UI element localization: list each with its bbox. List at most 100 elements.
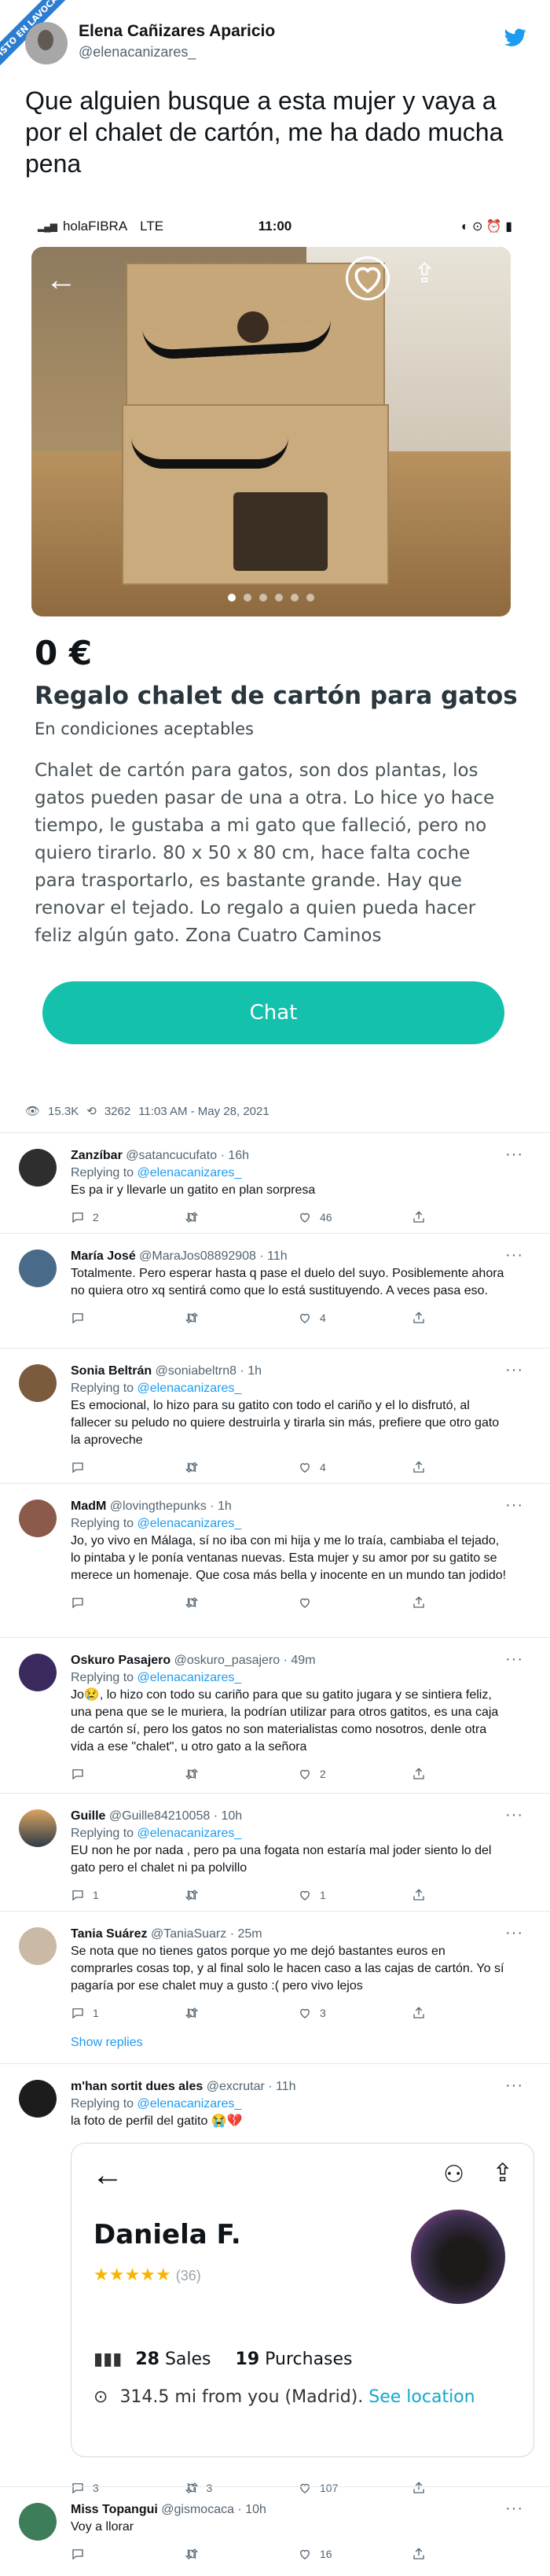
reply-author[interactable]: Tania Suárez [71, 1927, 148, 1941]
reply-avatar[interactable] [19, 1654, 57, 1691]
reply-time[interactable]: 49m [291, 1654, 315, 1667]
more-icon[interactable]: ··· [505, 1246, 523, 1264]
avatar[interactable] [25, 22, 68, 64]
reply-item[interactable]: Guille @Guille84210058 · 10h ··· Replyin… [0, 1793, 550, 1911]
mention-link[interactable]: @elenacanizares_ [138, 1382, 242, 1395]
carousel-dot[interactable] [306, 594, 314, 602]
reply-time[interactable]: 10h [245, 2503, 266, 2516]
share-icon[interactable]: ⇪ [413, 258, 436, 289]
retweet-action[interactable] [185, 1888, 299, 1902]
carousel-dot[interactable] [228, 594, 236, 602]
reply-author[interactable]: Guille [71, 1809, 105, 1823]
retweet-action[interactable] [185, 2006, 299, 2020]
reply-author[interactable]: Sonia Beltrán [71, 1364, 152, 1378]
retweet-action[interactable] [185, 1460, 299, 1474]
like-action[interactable]: 16 [298, 2547, 412, 2561]
more-icon[interactable]: ··· [505, 1146, 523, 1164]
reply-handle[interactable]: @soniabeltrn8 [156, 1364, 236, 1378]
reply-avatar[interactable] [19, 1364, 57, 1402]
more-icon[interactable]: ··· [505, 1924, 523, 1942]
profile-card-image[interactable]: ← ⚇ ⇪ Daniela F. ★★★★★ (36) ▮▮▮ 28 Sales… [71, 2143, 534, 2457]
listing-photo[interactable]: ← ⇪ [31, 247, 511, 616]
carousel-dot[interactable] [244, 594, 251, 602]
share-action[interactable] [412, 1460, 526, 1474]
reply-handle[interactable]: @lovingthepunks [110, 1500, 207, 1513]
reply-author[interactable]: MadM [71, 1500, 106, 1513]
reply-avatar[interactable] [19, 1500, 57, 1537]
more-icon[interactable]: ··· [505, 1650, 523, 1669]
like-action[interactable]: 3 [298, 2006, 412, 2020]
carousel-dot[interactable] [259, 594, 267, 602]
reply-time[interactable]: 16h [228, 1149, 249, 1162]
reply-avatar[interactable] [19, 1809, 57, 1847]
more-icon[interactable]: ··· [505, 1361, 523, 1379]
like-action[interactable] [298, 1595, 412, 1610]
reply-item[interactable]: MadM @lovingthepunks · 1h ··· Replying t… [0, 1483, 550, 1637]
reply-action[interactable] [71, 2547, 185, 2561]
reply-handle[interactable]: @oskuro_pasajero [174, 1654, 280, 1667]
chat-button[interactable]: Chat [42, 981, 504, 1044]
reply-time[interactable]: 25m [237, 1927, 262, 1941]
like-action[interactable]: 46 [298, 1210, 412, 1224]
retweet-action[interactable] [185, 1595, 299, 1610]
reply-item[interactable]: m'han sortit dues ales @excrutar · 11h ·… [0, 2063, 550, 2494]
share-action[interactable] [412, 1888, 526, 1902]
like-action[interactable]: 1 [298, 1888, 412, 1902]
more-icon[interactable]: ··· [505, 1806, 523, 1824]
reply-avatar[interactable] [19, 2503, 57, 2541]
reply-time[interactable]: 11h [267, 1249, 288, 1263]
reply-item[interactable]: Tania Suárez @TaniaSuarz · 25m ··· Se no… [0, 1911, 550, 2063]
share-action[interactable] [412, 1311, 526, 1325]
reply-item[interactable]: Sonia Beltrán @soniabeltrn8 · 1h ··· Rep… [0, 1348, 550, 1483]
mention-link[interactable]: @elenacanizares_ [138, 1166, 242, 1179]
more-icon[interactable]: ··· [505, 2077, 523, 2095]
reply-author[interactable]: María José [71, 1249, 136, 1263]
like-action[interactable]: 4 [298, 1311, 412, 1325]
reply-action[interactable] [71, 1767, 185, 1781]
more-icon[interactable]: ··· [505, 1496, 523, 1514]
share-action[interactable] [412, 2547, 526, 2561]
mention-link[interactable]: @elenacanizares_ [138, 1517, 242, 1530]
retweet-action[interactable] [185, 1767, 299, 1781]
reply-avatar[interactable] [19, 1149, 57, 1187]
mention-link[interactable]: @elenacanizares_ [138, 1671, 242, 1684]
reply-author[interactable]: Oskuro Pasajero [71, 1654, 170, 1667]
reply-action[interactable]: 2 [71, 1210, 185, 1224]
retweet-action[interactable] [185, 1311, 299, 1325]
like-action[interactable]: 2 [298, 1767, 412, 1781]
like-action[interactable]: 4 [298, 1460, 412, 1474]
show-replies-link[interactable]: Show replies [71, 2031, 525, 2064]
reply-item[interactable]: Miss Topangui @gismocaca · 10h ··· Voy a… [0, 2486, 550, 2573]
reply-time[interactable]: 11h [276, 2080, 296, 2093]
more-icon[interactable]: ··· [505, 2500, 523, 2518]
reply-avatar[interactable] [19, 2080, 57, 2118]
reply-handle[interactable]: @TaniaSuarz [151, 1927, 226, 1941]
reply-handle[interactable]: @gismocaca [161, 2503, 234, 2516]
share-action[interactable] [412, 1767, 526, 1781]
reply-time[interactable]: 10h [221, 1809, 242, 1823]
reply-item[interactable]: María José @MaraJos08892908 · 11h ··· To… [0, 1233, 550, 1348]
reply-time[interactable]: 1h [248, 1364, 262, 1378]
reply-handle[interactable]: @excrutar [207, 2080, 265, 2093]
reply-handle[interactable]: @satancucufato [126, 1149, 217, 1162]
share-action[interactable] [412, 1210, 526, 1224]
mention-link[interactable]: @elenacanizares_ [138, 1827, 242, 1840]
reply-action[interactable]: 1 [71, 1888, 185, 1902]
share-action[interactable] [412, 2006, 526, 2020]
reply-action[interactable] [71, 1311, 185, 1325]
retweet-action[interactable] [185, 1210, 299, 1224]
carousel-dot[interactable] [275, 594, 283, 602]
reply-action[interactable] [71, 1595, 185, 1610]
author-name[interactable]: Elena Cañizares Aparicio [79, 22, 275, 41]
reply-author[interactable]: Zanzíbar [71, 1149, 123, 1162]
share-action[interactable] [412, 1595, 526, 1610]
reply-time[interactable]: 1h [218, 1500, 232, 1513]
reply-handle[interactable]: @Guille84210058 [109, 1809, 210, 1823]
reply-item[interactable]: Oskuro Pasajero @oskuro_pasajero · 49m ·… [0, 1637, 550, 1793]
reply-handle[interactable]: @MaraJos08892908 [139, 1249, 256, 1263]
reply-action[interactable] [71, 1460, 185, 1474]
back-arrow-icon[interactable]: ← [46, 264, 77, 296]
reply-action[interactable]: 1 [71, 2006, 185, 2020]
author-handle[interactable]: @elenacanizares_ [79, 44, 196, 61]
retweet-action[interactable] [185, 2547, 299, 2561]
